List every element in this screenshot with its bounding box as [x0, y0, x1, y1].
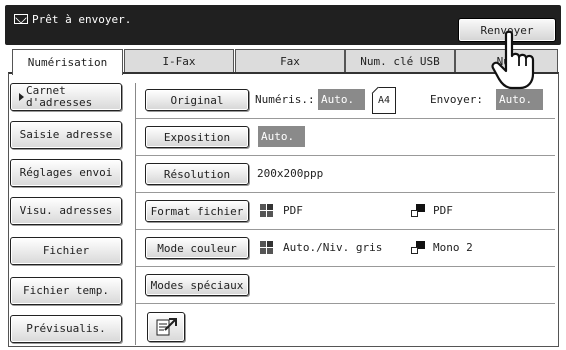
address-review-button[interactable]: Visu. adresses	[10, 197, 122, 225]
triangle-icon	[19, 93, 24, 101]
exposure-button[interactable]: Exposition	[145, 126, 249, 148]
send-settings-button[interactable]: Réglages envoi	[10, 159, 122, 187]
mono-mode-value: Mono 2	[433, 241, 473, 254]
color-format-value: PDF	[283, 204, 303, 217]
file-button[interactable]: Fichier	[10, 237, 122, 265]
scan-label: Numéris.:	[255, 93, 315, 106]
original-button[interactable]: Original	[145, 89, 249, 111]
mono-mode-icon	[411, 204, 425, 218]
mono-mode-icon	[411, 241, 425, 255]
file-format-row: Format fichier PDF PDF	[136, 194, 555, 230]
settings-area: Original Numéris.: Auto. A4 Envoyer: Aut…	[135, 83, 555, 345]
send-icon	[156, 318, 177, 336]
color-mode-button[interactable]: Mode couleur	[145, 237, 249, 259]
send-value: Auto.	[496, 89, 543, 110]
color-mode-icon	[260, 204, 273, 217]
tab-usb[interactable]: Num. clé USB	[345, 49, 455, 73]
envelope-icon	[14, 14, 28, 24]
file-format-button[interactable]: Format fichier	[145, 200, 249, 222]
tab-ifax[interactable]: I-Fax	[124, 49, 234, 73]
send-label: Envoyer:	[430, 93, 483, 106]
tab-numerisation[interactable]: Numérisation	[12, 49, 123, 75]
color-mode-icon	[260, 241, 273, 254]
preview-button[interactable]: Prévisualis.	[10, 315, 122, 343]
resolution-row: Résolution 200x200ppp	[136, 157, 555, 193]
resolution-button[interactable]: Résolution	[145, 163, 249, 185]
exposure-row: Exposition Auto.	[136, 120, 555, 156]
special-modes-button[interactable]: Modes spéciaux	[145, 274, 249, 296]
color-mode-value: Auto./Niv. gris	[283, 241, 383, 254]
hand-pointer-icon	[491, 30, 535, 90]
special-modes-row: Modes spéciaux	[136, 268, 555, 304]
mono-format-value: PDF	[433, 204, 453, 217]
send-icon-button[interactable]	[147, 312, 185, 342]
paper-a4-icon: A4	[372, 87, 396, 114]
resolution-value: 200x200ppp	[257, 167, 324, 180]
scanner-screen: Prêt à envoyer. Renvoyer Numérisation I-…	[0, 0, 566, 350]
status-text: Prêt à envoyer.	[32, 13, 132, 26]
address-book-button[interactable]: Carnet d'adresses	[10, 83, 122, 111]
scan-value: Auto.	[318, 89, 365, 110]
quick-file-button[interactable]: Fichier temp.	[10, 277, 122, 305]
address-entry-button[interactable]: Saisie adresse	[10, 121, 122, 149]
exposure-value: Auto.	[258, 126, 305, 147]
address-book-label: Carnet d'adresses	[26, 84, 93, 109]
title-bar: Prêt à envoyer. Renvoyer	[5, 5, 561, 45]
color-mode-row: Mode couleur Auto./Niv. gris Mono 2	[136, 231, 555, 267]
paper-size: A4	[377, 95, 391, 106]
tab-fax[interactable]: Fax	[235, 49, 345, 73]
